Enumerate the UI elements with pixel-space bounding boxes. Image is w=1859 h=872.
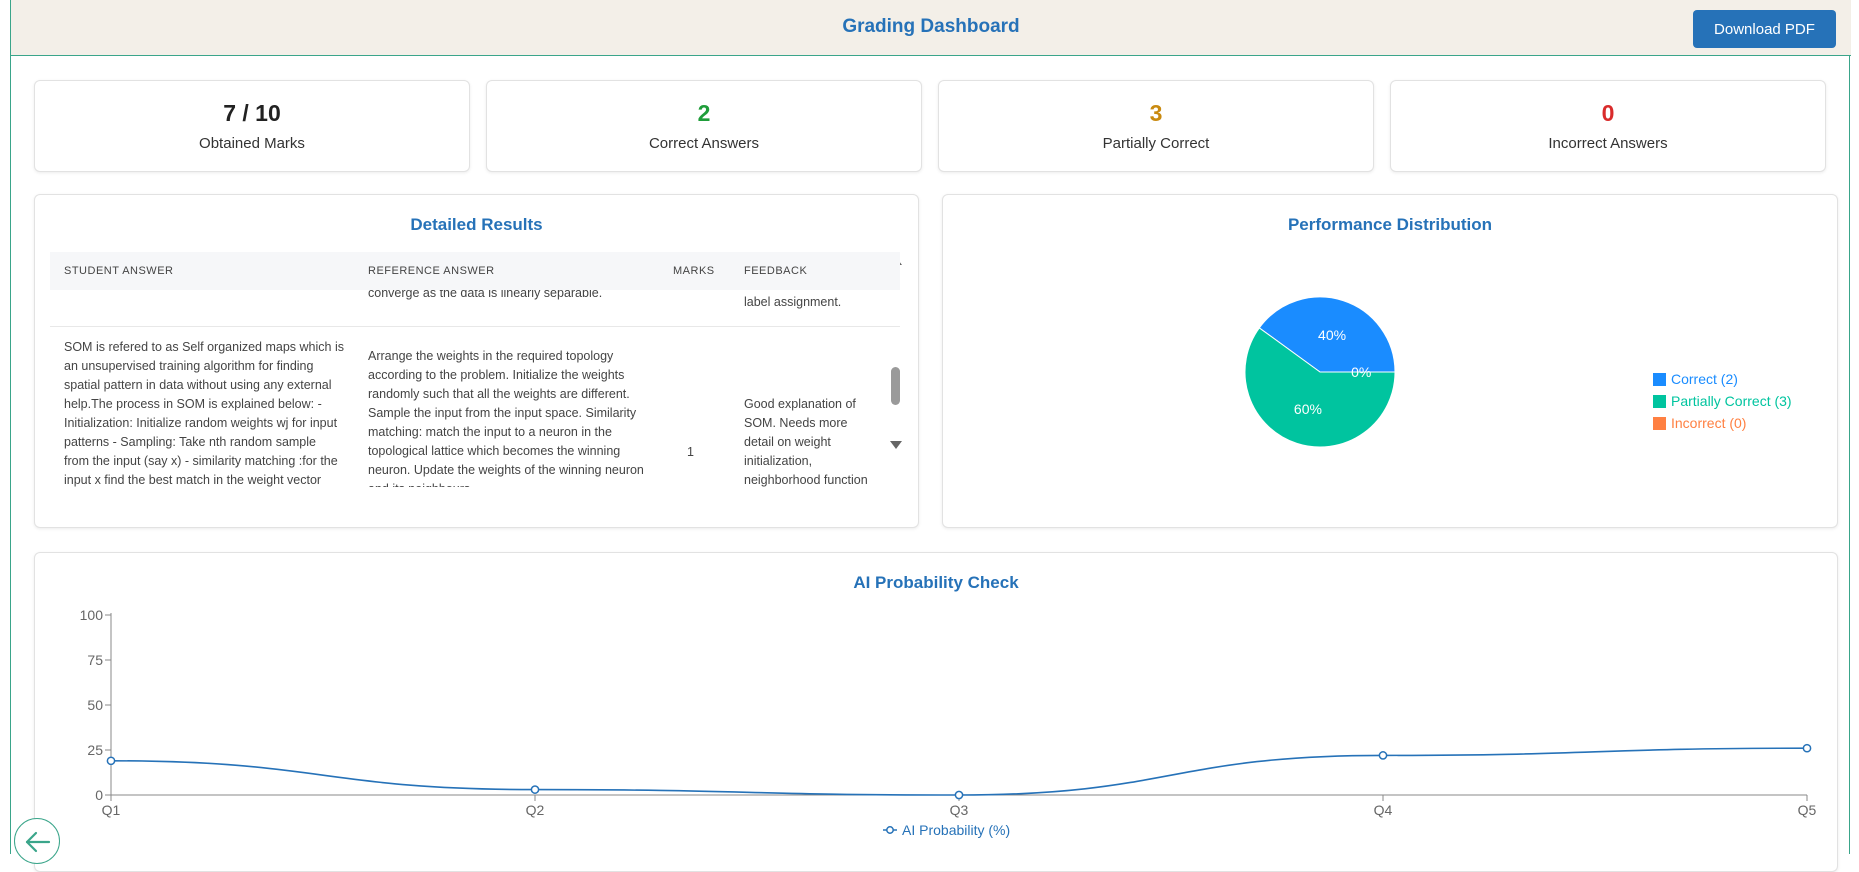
legend-label: Incorrect (0): [1671, 415, 1747, 431]
data-point[interactable]: [530, 785, 540, 794]
y-tick-label: 75: [87, 652, 103, 668]
performance-distribution-panel: Performance Distribution 40% 60% 0% Correc…: [942, 194, 1838, 528]
y-tick-label: 0: [95, 787, 103, 803]
scrollbar-thumb[interactable]: [891, 367, 900, 405]
legend-item[interactable]: Incorrect (0): [1653, 415, 1746, 431]
legend-label[interactable]: AI Probability (%): [902, 822, 1010, 838]
y-tick-label: 100: [80, 607, 104, 623]
col-feedback: FEEDBACK: [744, 265, 808, 277]
x-tick-label: Q1: [102, 802, 121, 818]
obtained-marks-card: 7 / 10 Obtained Marks: [34, 80, 470, 172]
legend-swatch: [1653, 416, 1666, 430]
legend-label: Correct (2): [1671, 371, 1738, 387]
table-row: SOM is refered to as Self organized maps…: [50, 327, 900, 487]
data-point[interactable]: [1378, 751, 1388, 760]
y-tick-label: 25: [87, 742, 103, 758]
obtained-marks-label: Obtained Marks: [199, 135, 305, 152]
data-point[interactable]: [954, 790, 964, 800]
x-tick-label: Q2: [526, 802, 545, 818]
arrow-left-icon: [25, 831, 51, 853]
scroll-down-icon[interactable]: [890, 441, 902, 449]
incorrect-answers-value: 0: [1601, 100, 1615, 126]
pie-slice-label: 40%: [1318, 327, 1346, 343]
x-tick-label: Q3: [950, 802, 969, 818]
col-student-answer: STUDENT ANSWER: [64, 265, 174, 277]
reference-answer-cell: Arrange the weights in the required topo…: [368, 349, 644, 487]
legend-label: Partially Correct (3): [1671, 393, 1792, 409]
series-line: [110, 747, 1808, 796]
download-pdf-button[interactable]: Download PDF: [1693, 10, 1836, 48]
table-row: converge as the data is linearly separab…: [50, 290, 900, 327]
results-table[interactable]: STUDENT ANSWER REFERENCE ANSWER MARKS FE…: [50, 252, 900, 487]
pie-slice-label: 60%: [1294, 401, 1322, 417]
incorrect-answers-label: Incorrect Answers: [1548, 135, 1668, 152]
detailed-results-panel: Detailed Results STUDENT ANSWER REFERENC…: [34, 194, 919, 528]
col-marks: MARKS: [673, 265, 715, 277]
partially-correct-value: 3: [1149, 100, 1163, 126]
legend-marker-icon: [886, 826, 894, 834]
x-tick-label: Q5: [1798, 802, 1817, 818]
obtained-marks-value: 7 / 10: [223, 100, 281, 126]
data-point[interactable]: [106, 756, 116, 766]
x-tick-label: Q4: [1374, 802, 1393, 818]
pie-chart: 40% 60% 0%: [1244, 296, 1396, 448]
correct-answers-value: 2: [697, 100, 711, 126]
reference-answer-cell: converge as the data is linearly separab…: [368, 290, 603, 300]
legend-swatch: [1653, 394, 1666, 408]
partially-correct-label: Partially Correct: [1102, 135, 1210, 152]
ai-probability-panel: AI Probability Check 0 25 50 75 100 Q1 Q2 Q3 Q4 Q…: [34, 552, 1838, 872]
feedback-cell: Good explanation of SOM. Needs more deta…: [744, 397, 868, 487]
student-answer-cell: SOM is refered to as Self organized maps…: [64, 340, 344, 487]
correct-answers-card: 2 Correct Answers: [486, 80, 922, 172]
correct-answers-label: Correct Answers: [648, 135, 760, 152]
header-bar: Grading Dashboard Download PDF: [11, 0, 1851, 56]
legend-swatch: [1653, 372, 1666, 386]
col-reference-answer: REFERENCE ANSWER: [368, 265, 495, 277]
detailed-results-title: Detailed Results: [410, 215, 543, 234]
y-tick-label: 50: [87, 697, 103, 713]
marks-cell: 1: [687, 445, 694, 459]
data-point[interactable]: [1802, 743, 1812, 753]
pie-slice-label: 0%: [1351, 364, 1371, 380]
page-title: Grading Dashboard: [842, 16, 1020, 37]
incorrect-answers-card: 0 Incorrect Answers: [1390, 80, 1826, 172]
feedback-cell: label assignment.: [744, 295, 842, 309]
back-button[interactable]: [14, 818, 60, 864]
dashboard-page: Grading Dashboard Download PDF 7 / 10 Ob…: [10, 0, 1851, 872]
table-header: STUDENT ANSWER REFERENCE ANSWER MARKS FE…: [50, 252, 900, 290]
legend-item[interactable]: Correct (2): [1653, 371, 1738, 387]
partially-correct-card: 3 Partially Correct: [938, 80, 1374, 172]
legend-item[interactable]: Partially Correct (3): [1653, 393, 1792, 409]
line-chart: 0 25 50 75 100 Q1 Q2 Q3 Q4 Q5 AI Probability (%): [80, 607, 1817, 838]
